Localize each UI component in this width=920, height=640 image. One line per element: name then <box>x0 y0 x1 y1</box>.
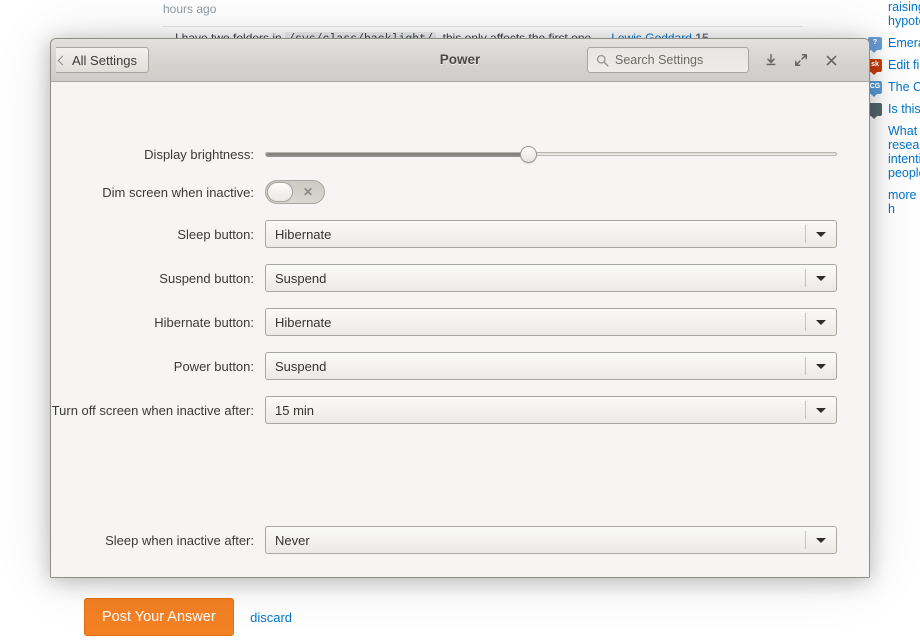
sleep-button-combobox[interactable]: Hibernate <box>265 220 837 248</box>
combobox-value: Suspend <box>275 358 327 374</box>
hibernate-button-label: Hibernate button: <box>154 314 254 330</box>
site-badge-icon: CG <box>868 81 882 97</box>
search-settings-input[interactable]: Search Settings <box>587 47 749 73</box>
combobox-separator <box>805 313 806 331</box>
download-arrow-icon <box>766 54 776 66</box>
slider-handle[interactable] <box>520 146 538 163</box>
hot-question-link[interactable]: Is this <box>888 102 920 116</box>
search-placeholder-text: Search Settings <box>615 53 704 67</box>
hibernate-button-row: Hibernate button: Hibernate <box>51 308 869 336</box>
hibernate-button-combobox[interactable]: Hibernate <box>265 308 837 336</box>
list-item[interactable]: What s research intentio people <box>868 124 920 180</box>
hot-question-link[interactable]: The Co <box>888 80 920 94</box>
sleep-when-inactive-row: Sleep when inactive after: Never <box>51 526 869 554</box>
hot-network-questions-sidebar: raising hypote ? Emera sk Edit file CG T… <box>868 0 920 250</box>
power-button-label: Power button: <box>173 358 254 374</box>
chevron-down-icon <box>816 276 826 281</box>
list-item[interactable]: sk Edit file <box>868 58 920 75</box>
combobox-separator <box>805 225 806 243</box>
site-badge-icon <box>868 125 882 141</box>
combobox-value: Suspend <box>275 270 327 286</box>
post-divider <box>163 26 803 27</box>
window-titlebar: All Settings Power Search Settings <box>51 39 869 82</box>
list-item[interactable]: Is this <box>868 102 920 119</box>
display-brightness-slider[interactable] <box>265 144 837 164</box>
chevron-down-icon <box>816 364 826 369</box>
suspend-button-combobox[interactable]: Suspend <box>265 264 837 292</box>
chevron-down-icon <box>816 408 826 413</box>
hot-question-link[interactable]: What s research intentio people <box>888 124 920 180</box>
hot-questions-more-link[interactable]: more h <box>868 188 920 216</box>
close-button[interactable] <box>819 48 843 72</box>
turn-off-screen-label: Turn off screen when inactive after: <box>51 402 254 418</box>
minimize-button[interactable] <box>759 48 783 72</box>
slider-fill <box>266 153 530 157</box>
turn-off-screen-row: Turn off screen when inactive after: 15 … <box>51 396 869 424</box>
sleep-when-inactive-combobox[interactable]: Never <box>265 526 837 554</box>
power-button-combobox[interactable]: Suspend <box>265 352 837 380</box>
answer-form-actions: Post Your Answer discard <box>84 598 292 636</box>
site-badge-icon: ? <box>868 37 882 53</box>
toggle-off-icon: ✕ <box>302 185 313 199</box>
display-brightness-row: Display brightness: <box>51 144 869 164</box>
sleep-when-inactive-label: Sleep when inactive after: <box>105 532 254 548</box>
search-icon <box>596 54 609 67</box>
dim-screen-row: Dim screen when inactive: ✕ <box>51 180 869 204</box>
suspend-button-row: Suspend button: Suspend <box>51 264 869 292</box>
power-button-row: Power button: Suspend <box>51 352 869 380</box>
site-badge-icon: sk <box>868 59 882 75</box>
combobox-separator <box>805 357 806 375</box>
list-item[interactable]: ? Emera <box>868 36 920 53</box>
combobox-value: 15 min <box>275 402 315 418</box>
sleep-button-row: Sleep button: Hibernate <box>51 220 869 248</box>
combobox-value: Hibernate <box>275 314 332 330</box>
chevron-down-icon <box>816 320 826 325</box>
chevron-down-icon <box>816 232 826 237</box>
chevron-down-icon <box>816 538 826 543</box>
turn-off-screen-combobox[interactable]: 15 min <box>265 396 837 424</box>
combobox-value: Hibernate <box>275 226 332 242</box>
toggle-knob <box>267 182 293 202</box>
combobox-value: Never <box>275 532 310 548</box>
hot-question-top-fragment[interactable]: raising hypote <box>868 0 920 28</box>
suspend-button-label: Suspend button: <box>159 270 254 286</box>
power-settings-content: Display brightness: Dim screen when inac… <box>51 82 869 577</box>
expand-arrows-icon <box>795 54 807 66</box>
discard-link[interactable]: discard <box>250 610 292 625</box>
site-badge-icon <box>868 103 882 119</box>
maximize-button[interactable] <box>789 48 813 72</box>
background-post-meta: hours ago <box>163 0 803 16</box>
dim-screen-label: Dim screen when inactive: <box>102 184 254 200</box>
sleep-button-label: Sleep button: <box>177 226 254 242</box>
combobox-separator <box>805 269 806 287</box>
power-settings-window: All Settings Power Search Settings Displ… <box>50 38 870 578</box>
display-brightness-label: Display brightness: <box>144 146 254 162</box>
hot-question-link[interactable]: Edit file <box>888 58 920 72</box>
dim-screen-toggle[interactable]: ✕ <box>265 180 325 204</box>
post-your-answer-button[interactable]: Post Your Answer <box>84 598 234 636</box>
hot-question-link[interactable]: Emera <box>888 36 920 50</box>
combobox-separator <box>805 401 806 419</box>
close-icon <box>826 55 836 65</box>
combobox-separator <box>805 531 806 549</box>
list-item[interactable]: CG The Co <box>868 80 920 97</box>
post-timestamp: hours ago <box>163 2 217 16</box>
